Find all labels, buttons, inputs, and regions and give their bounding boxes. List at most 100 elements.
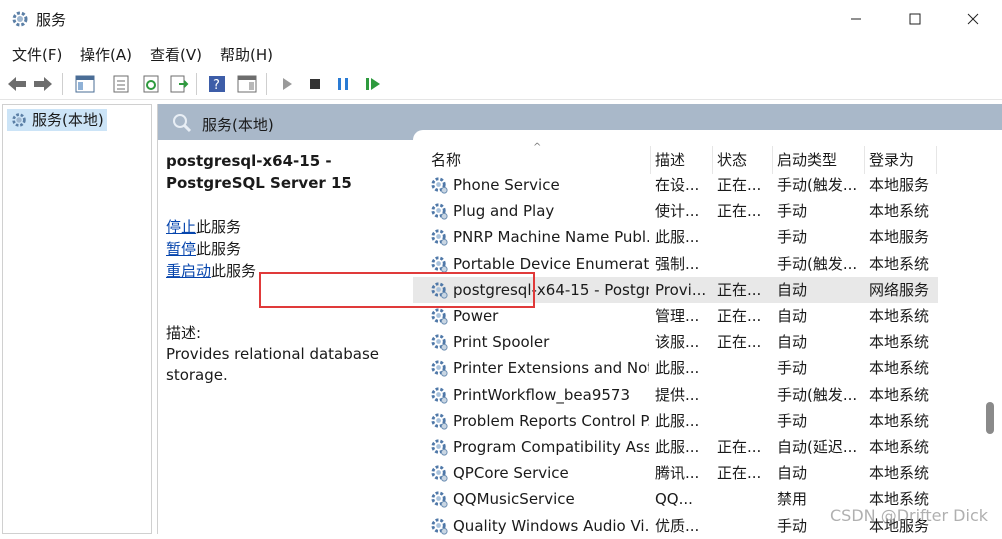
cell-logon-as: 本地系统 [869,359,930,378]
refresh-icon [143,75,159,93]
cell-name: Printer Extensions and Noti... [453,359,649,378]
cell-logon-as: 本地系统 [869,411,930,430]
forward-button[interactable] [32,73,54,95]
vertical-scrollbar[interactable] [982,140,998,534]
cell-description: 此服... [655,359,700,378]
service-row[interactable]: QPCore Service 腾讯... 正在... 自动 本地系统 [413,460,938,486]
restart-service-button[interactable] [362,73,384,95]
cell-startup-type: 手动 [777,359,808,378]
menu-action[interactable]: 操作(A) [80,44,132,65]
cell-status [717,486,771,512]
cell-description: 使计... [655,202,700,221]
cell-startup-type: 手动 [777,228,808,247]
stop-icon [310,79,320,89]
service-row[interactable]: Phone Service 在设... 正在... 手动(触发... 本地服务 [413,172,938,198]
tree-node-services-local[interactable]: 服务(本地) [7,109,107,131]
cell-logon-as: 网络服务 [869,280,930,299]
column-header-logon-as[interactable]: 登录为 [865,146,937,174]
cell-status: 正在... [717,307,762,325]
toolbar: ? [0,68,1002,100]
cell-logon-as: 本地系统 [869,333,930,352]
cell-description: 提供... [655,385,700,404]
cell-status [717,251,771,277]
close-button[interactable] [944,0,1002,38]
cell-logon-as: 本地系统 [869,385,930,404]
service-description-panel: postgresql-x64-15 - PostgreSQL Server 15… [158,140,413,534]
action-suffix: 此服务 [196,218,242,236]
forward-arrow-icon [34,77,52,91]
cell-name: Program Compatibility Assi... [453,438,649,456]
restart-service-link[interactable]: 重启动 [166,262,211,280]
cell-startup-type: 手动(触发... [777,176,858,194]
service-row[interactable]: Problem Reports Control P... 此服... 手动 本地系统 [413,408,938,434]
service-row[interactable]: Program Compatibility Assi... 此服... 正在... 自… [413,434,938,460]
main-pane: 服务(本地) postgresql-x64-15 - PostgreSQL Se… [157,104,1002,535]
cell-name: PNRP Machine Name Publ... [453,228,649,247]
service-row[interactable]: Plug and Play 使计... 正在... 手动 本地系统 [413,198,938,224]
cell-status: 正在... [717,176,762,194]
pause-service-link[interactable]: 暂停 [166,240,196,258]
export-list-button[interactable] [168,73,190,95]
console-tree-icon [75,75,95,93]
scrollbar-thumb[interactable] [986,402,994,434]
description-text: Provides relational database storage. [166,345,380,384]
service-row[interactable]: Print Spooler 该服... 正在... 自动 本地系统 [413,329,938,355]
cell-startup-type: 自动 [777,280,808,299]
cell-name: Plug and Play [453,202,555,221]
column-header-status[interactable]: 状态 [713,146,773,174]
start-service-button[interactable] [276,73,298,95]
menu-bar: 文件(F) 操作(A) 查看(V) 帮助(H) [0,40,1002,66]
action-suffix: 此服务 [211,262,257,280]
cell-description: Provi... [655,280,707,299]
column-header-startup-type[interactable]: 启动类型 [773,146,865,174]
action-pause: 暂停此服务 [166,238,241,259]
export-list-icon [170,75,189,93]
tree-node-label: 服务(本地) [32,111,104,129]
action-stop: 停止此服务 [166,216,241,237]
cell-startup-type: 自动 [777,464,808,483]
cell-name: Problem Reports Control P... [453,411,649,430]
service-row[interactable]: PrintWorkflow_bea9573 提供... 手动(触发... 本地系统 [413,382,938,408]
help-button[interactable]: ? [206,73,228,95]
cell-name: QQMusicService [453,490,575,509]
service-row[interactable]: Printer Extensions and Noti... 此服... 手动 本地系… [413,355,938,381]
description-label: 描述: [166,324,202,342]
cell-startup-type: 自动(延迟... [777,438,858,456]
cell-logon-as: 本地系统 [869,464,930,483]
back-button[interactable] [6,73,28,95]
menu-file[interactable]: 文件(F) [12,44,62,65]
service-gear-icon [431,308,448,325]
service-gear-icon [431,518,448,535]
column-header-name[interactable]: 名称 [427,146,651,174]
service-row[interactable]: PNRP Machine Name Publ... 此服... 手动 本地服务 [413,224,938,250]
show-hide-console-tree-button[interactable] [74,73,96,95]
pause-service-button[interactable] [332,73,354,95]
service-gear-icon [431,177,448,194]
action-pane-icon [237,75,257,93]
pane-header-title: 服务(本地) [202,116,274,134]
menu-view[interactable]: 查看(V) [150,44,202,65]
cell-name: Quality Windows Audio Vi... [453,516,649,535]
console-tree: 服务(本地) [2,104,152,534]
cell-logon-as: 本地系统 [869,202,930,221]
maximize-button[interactable] [886,0,944,38]
cell-description: 强制... [655,254,700,273]
pause-icon [338,78,348,90]
cell-status: 正在... [717,438,762,456]
column-header-description[interactable]: 描述 [651,146,713,174]
window-title: 服务 [36,11,67,29]
cell-description: 腾讯... [655,464,700,483]
svg-text:?: ? [213,78,220,93]
action-restart: 重启动此服务 [166,260,256,281]
properties-button[interactable] [110,73,132,95]
cell-startup-type: 手动(触发... [777,385,858,404]
services-gear-icon [12,11,28,27]
refresh-button[interactable] [140,73,162,95]
minimize-button[interactable] [827,0,885,38]
show-action-pane-button[interactable] [236,73,258,95]
cell-status [717,382,771,408]
stop-service-link[interactable]: 停止 [166,218,196,236]
menu-help[interactable]: 帮助(H) [220,44,273,65]
cell-status: 正在... [717,333,762,352]
stop-service-button[interactable] [304,73,326,95]
